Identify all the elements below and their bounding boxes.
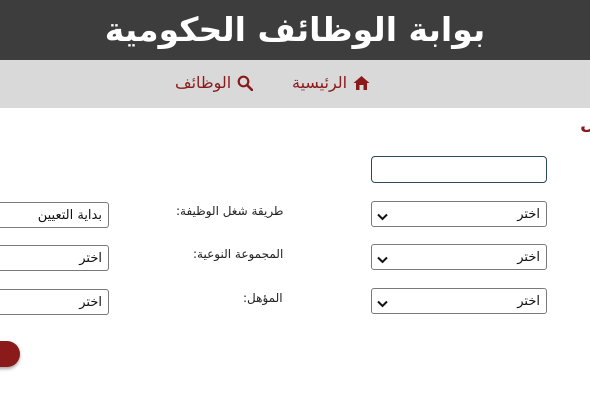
search-button[interactable] <box>0 341 20 367</box>
label-employment-method: طريقة شغل الوظيفة: <box>176 204 284 218</box>
chevron-down-icon <box>377 210 388 225</box>
select-employment-method[interactable]: بداية التعيين <box>0 202 109 228</box>
select-employment-method-value: بداية التعيين <box>37 208 102 223</box>
label-job-group: المجموعة النوعية: <box>193 247 284 261</box>
chevron-down-icon <box>377 297 388 312</box>
nav-home-label: الرئيسية <box>292 73 348 92</box>
home-icon <box>353 75 370 91</box>
select-job-type[interactable]: اختر <box>371 201 547 227</box>
main-nav: الرئيسية الوظائف <box>0 60 590 108</box>
chevron-down-icon <box>377 253 388 268</box>
site-title: بوابة الوظائف الحكومية <box>104 10 486 49</box>
site-header: بوابة الوظائف الحكومية <box>0 0 590 60</box>
label-qualification: المؤهل: <box>243 291 283 305</box>
select-job-level[interactable]: اختر <box>371 288 547 314</box>
select-job-type-value: اختر <box>517 207 540 222</box>
keyword-input[interactable] <box>371 156 547 183</box>
nav-jobs-label: الوظائف <box>175 73 232 92</box>
search-icon <box>237 75 254 91</box>
select-job-group-value: اختر <box>517 250 540 265</box>
nav-jobs-link[interactable]: الوظائف <box>175 73 254 92</box>
section-heading-fragment: ل <box>580 113 590 134</box>
select-qualification[interactable]: اختر <box>0 289 109 315</box>
select-job-group-secondary[interactable]: اختر <box>0 245 109 271</box>
select-job-group-secondary-value: اختر <box>79 251 102 266</box>
select-qualification-value: اختر <box>79 295 102 310</box>
nav-home-link[interactable]: الرئيسية <box>292 73 370 92</box>
select-job-group[interactable]: اختر <box>371 244 547 270</box>
select-job-level-value: اختر <box>517 294 540 309</box>
